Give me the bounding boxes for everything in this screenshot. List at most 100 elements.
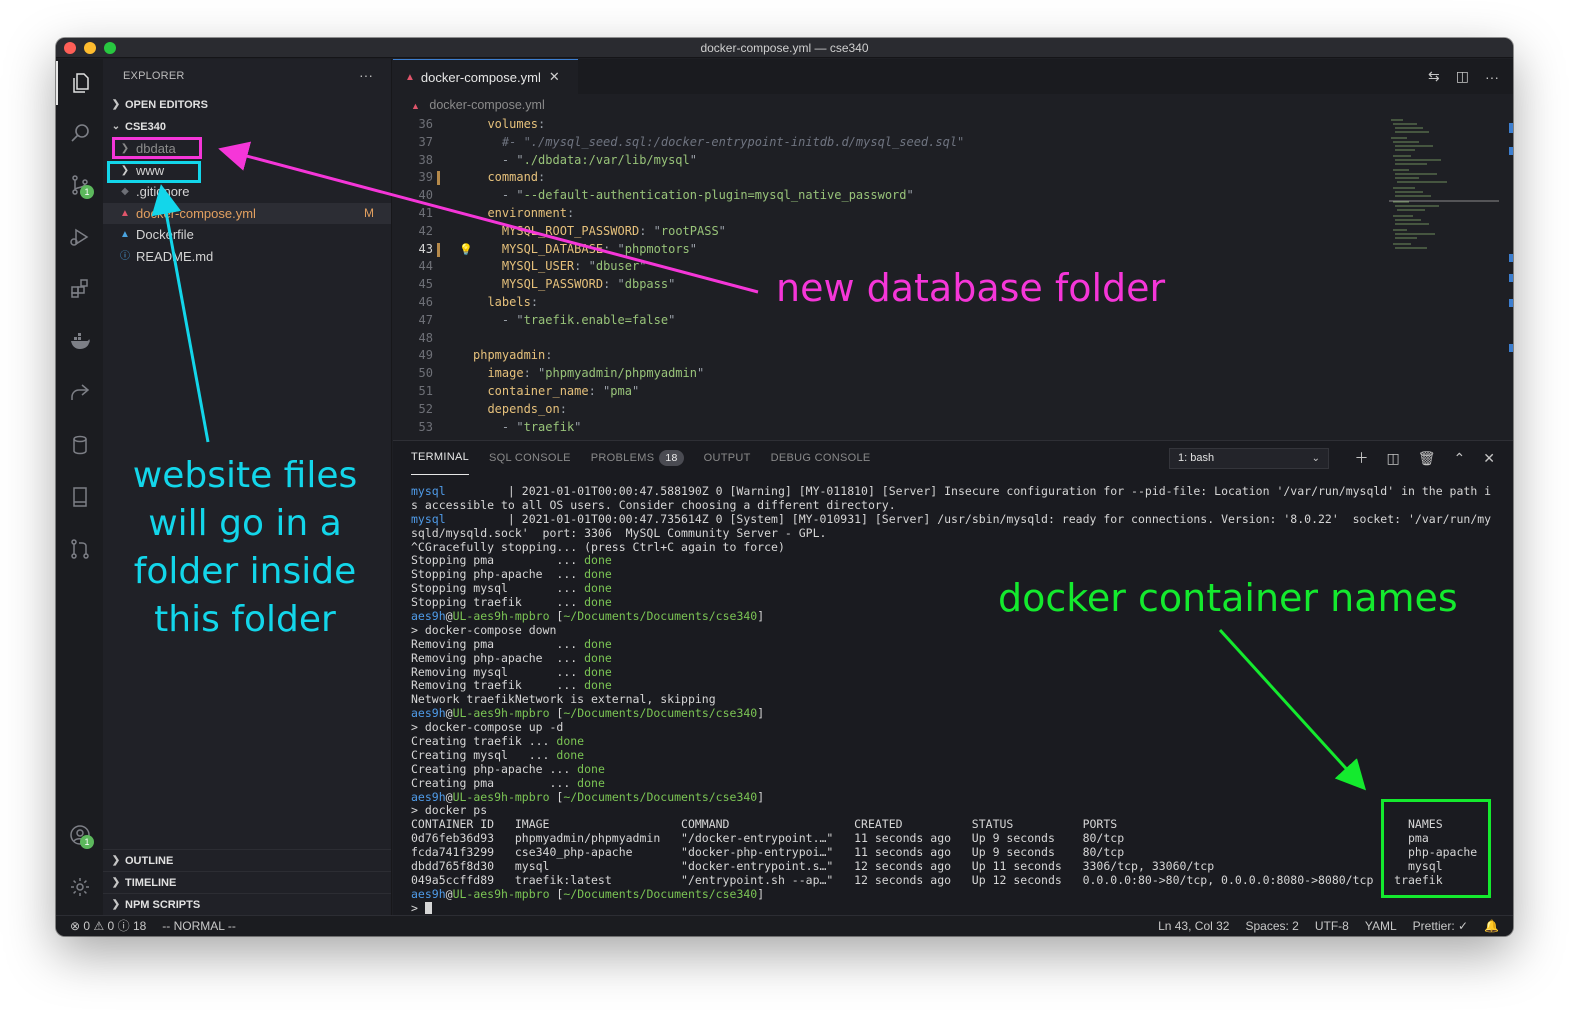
terminal-line: sqld/mysqld.sock' port: 3306 MySQL Commu… [411, 526, 827, 540]
search-icon[interactable] [56, 111, 103, 155]
modified-gutter-mark [437, 171, 440, 186]
sidebar-bottom-sections: ❯ OUTLINE ❯ TIMELINE ❯ NPM SCRIPTS [103, 849, 391, 915]
tree-item-label: README.md [136, 248, 214, 264]
docker-file-icon: ▲ [120, 229, 130, 240]
split-editor-icon[interactable]: ◫ [1456, 68, 1469, 85]
tab-sql-console[interactable]: SQL CONSOLE [489, 441, 571, 475]
status-bar: ⊗ 0 ⚠ 0 ⓘ 18 -- NORMAL -- Ln 43, Col 32 … [56, 915, 1513, 936]
encoding[interactable]: UTF-8 [1315, 916, 1349, 936]
tree-item-www[interactable]: ❯ www [103, 160, 391, 182]
tree-item-dockerfile[interactable]: ▲ Dockerfile [103, 224, 391, 246]
line-number: 42 [418, 223, 433, 238]
tree-item-gitignore[interactable]: ◆ .gitignore [103, 181, 391, 203]
pull-request-icon[interactable] [56, 527, 103, 571]
code-text: - "traefik" [501, 419, 582, 434]
folder-section[interactable]: ⌄ CSE340 [103, 116, 391, 138]
folder-label: CSE340 [125, 121, 166, 133]
terminal-line: Stopping traefik ... done [411, 596, 612, 610]
code-text: MYSQL_USER: "dbuser" [501, 259, 647, 274]
database-icon[interactable] [56, 423, 103, 467]
terminal-line: 049a5ccffd89 traefik:latest "/entrypoint… [411, 873, 1443, 887]
tree-item-dbdata[interactable]: ❯ dbdata [103, 138, 391, 160]
terminal-line: CONTAINER ID IMAGE COMMAND CREATED STATU… [411, 818, 1443, 832]
code-line: 47 - "traefik.enable=false" [393, 312, 1383, 330]
breadcrumb[interactable]: ▲ docker-compose.yml [393, 94, 1513, 116]
terminal-line: Creating php-apache ... done [411, 762, 605, 776]
terminal-select[interactable]: 1: bash ⌄ [1169, 448, 1329, 469]
open-editors-section[interactable]: ❯ OPEN EDITORS [103, 94, 391, 116]
code-text: depends_on: [487, 401, 567, 416]
tab-label: docker-compose.yml [420, 69, 541, 85]
run-debug-icon[interactable] [56, 215, 103, 259]
docker-icon[interactable] [56, 319, 103, 363]
explorer-icon[interactable] [56, 61, 103, 105]
scrollbar-marker [1509, 274, 1513, 282]
new-terminal-icon[interactable]: ＋ [1355, 448, 1369, 468]
tab-debug-console[interactable]: DEBUG CONSOLE [771, 441, 871, 475]
docker-file-icon: ▲ [411, 101, 420, 111]
git-file-icon: ◆ [121, 186, 129, 197]
source-control-badge: 1 [80, 185, 94, 199]
code-line: 53 - "traefik" [393, 419, 1383, 437]
prettier-status[interactable]: Prettier: ✓ [1413, 916, 1468, 936]
tab-problems[interactable]: PROBLEMS 18 [591, 441, 684, 475]
line-number: 48 [418, 330, 433, 345]
line-number: 49 [418, 348, 433, 363]
tree-item-readme[interactable]: ⓘ README.md [103, 246, 391, 268]
chevron-down-icon: ⌄ [111, 121, 121, 132]
lightbulb-icon[interactable]: 💡 [459, 241, 473, 259]
tab-docker-compose[interactable]: ▲ docker-compose.yml ✕ [393, 59, 578, 94]
tab-output[interactable]: OUTPUT [704, 441, 751, 475]
indentation[interactable]: Spaces: 2 [1245, 916, 1298, 936]
terminal-line: > docker-compose up -d [411, 721, 564, 735]
warning-count: 0 [107, 919, 115, 933]
breadcrumb-label: docker-compose.yml [429, 98, 545, 112]
close-window-button[interactable] [64, 42, 76, 54]
settings-gear-icon[interactable] [56, 865, 103, 909]
terminal-line: aes9h@UL-aes9h-mpbro [~/Documents/Docume… [411, 610, 765, 624]
terminal-line: Stopping pma ... done [411, 554, 612, 568]
close-tab-icon[interactable]: ✕ [549, 69, 560, 85]
outline-section[interactable]: ❯ OUTLINE [103, 849, 391, 871]
more-actions-icon[interactable]: ··· [1485, 69, 1499, 85]
book-icon[interactable] [56, 475, 103, 519]
compare-changes-icon[interactable]: ⇆ [1428, 68, 1440, 85]
tree-item-docker-compose[interactable]: ▲ docker-compose.yml M [103, 202, 391, 224]
code-line: 42 MYSQL_ROOT_PASSWORD: "rootPASS" [393, 223, 1383, 241]
split-terminal-icon[interactable]: ◫ [1387, 450, 1400, 467]
cursor-position[interactable]: Ln 43, Col 32 [1158, 916, 1229, 936]
timeline-section[interactable]: ❯ TIMELINE [103, 871, 391, 893]
tab-terminal[interactable]: TERMINAL [411, 441, 470, 475]
explorer-sidebar: EXPLORER ··· ❯ OPEN EDITORS ⌄ CSE340 ❯ d… [103, 59, 392, 915]
code-text: environment: [487, 205, 575, 220]
line-number: 51 [418, 383, 433, 398]
problems-status[interactable]: ⊗ 0 ⚠ 0 ⓘ 18 [70, 916, 146, 936]
line-number: 40 [418, 188, 433, 203]
terminal-line: Removing php-apache ... done [411, 651, 612, 665]
terminal-output[interactable]: mysql | 2021-01-01T00:00:47.588190Z 0 [W… [411, 485, 1499, 915]
live-share-icon[interactable] [56, 371, 103, 415]
trash-icon[interactable]: 🗑 [1418, 450, 1436, 467]
maximize-window-button[interactable] [104, 42, 116, 54]
chevron-right-icon: ❯ [120, 164, 130, 176]
terminal-line: mysql | 2021-01-01T00:00:47.735614Z 0 [S… [411, 512, 1492, 526]
code-editor[interactable]: 36 volumes: 37 #- "./mysql_seed.sql:/doc… [393, 116, 1383, 440]
tree-item-label: www [136, 162, 165, 178]
more-actions-icon[interactable]: ··· [359, 59, 373, 92]
panel-actions: ＋ ◫ 🗑 ⌃ ✕ [1355, 441, 1495, 475]
terminal-line: dbdd765f8d30 mysql "docker-entrypoint.s…… [411, 860, 1443, 874]
npm-scripts-section[interactable]: ❯ NPM SCRIPTS [103, 893, 391, 915]
bell-icon[interactable]: 🔔 [1484, 916, 1499, 936]
language-mode[interactable]: YAML [1365, 916, 1397, 936]
minimap[interactable] [1389, 116, 1499, 256]
close-panel-icon[interactable]: ✕ [1483, 450, 1495, 467]
warning-icon: ⚠ [93, 919, 105, 933]
code-line: 40 - "--default-authentication-plugin=my… [393, 187, 1383, 205]
extensions-icon[interactable] [56, 267, 103, 311]
maximize-panel-icon[interactable]: ⌃ [1454, 450, 1466, 467]
accounts-icon[interactable]: 1 [56, 813, 103, 857]
source-control-icon[interactable]: 1 [56, 163, 103, 207]
terminal-line: Creating pma ... done [411, 776, 605, 790]
code-line: 37 #- "./mysql_seed.sql:/docker-entrypoi… [393, 134, 1383, 152]
minimize-window-button[interactable] [84, 42, 96, 54]
